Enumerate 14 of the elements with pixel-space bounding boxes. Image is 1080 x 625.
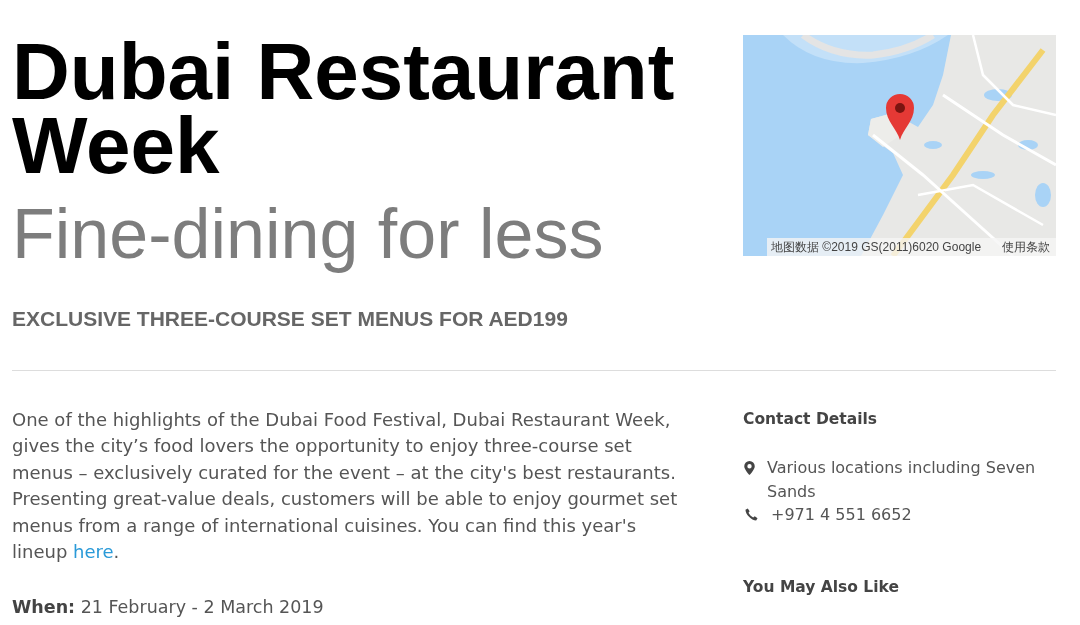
page-title: Dubai Restaurant Week: [12, 35, 676, 183]
description-paragraph: One of the highlights of the Dubai Food Festival, Dubai Restaurant Week, gives the city’s food lovers the opportunity to enjoy three-course set menus – exclusively curated for the event – at the city's best restaurants. Presenting great-value deals, customers will be able to enjoy gourmet set menus from a range of international cuisines. You can find this year's lineup here.: [12, 407, 679, 564]
related-heading: You May Also Like: [743, 576, 900, 598]
contact-heading: Contact Details: [743, 409, 879, 430]
page-subtitle: Fine-dining for less: [12, 194, 605, 274]
phone-icon: [745, 508, 758, 521]
event-dates: When: 21 February - 2 March 2019: [12, 595, 325, 619]
terms-link[interactable]: 使用条款: [1002, 239, 1050, 255]
map-attribution-text: 地图数据 ©2019 GS(2011)6020 Google: [771, 239, 982, 255]
map-pin-icon[interactable]: [885, 93, 915, 141]
contact-text: +971 4 551 6652: [771, 504, 913, 526]
contact-text: Various locations including Seven Sands: [767, 457, 1037, 503]
tagline: EXCLUSIVE THREE-COURSE SET MENUS FOR AED199: [12, 306, 569, 332]
location-pin-icon: [744, 461, 755, 475]
